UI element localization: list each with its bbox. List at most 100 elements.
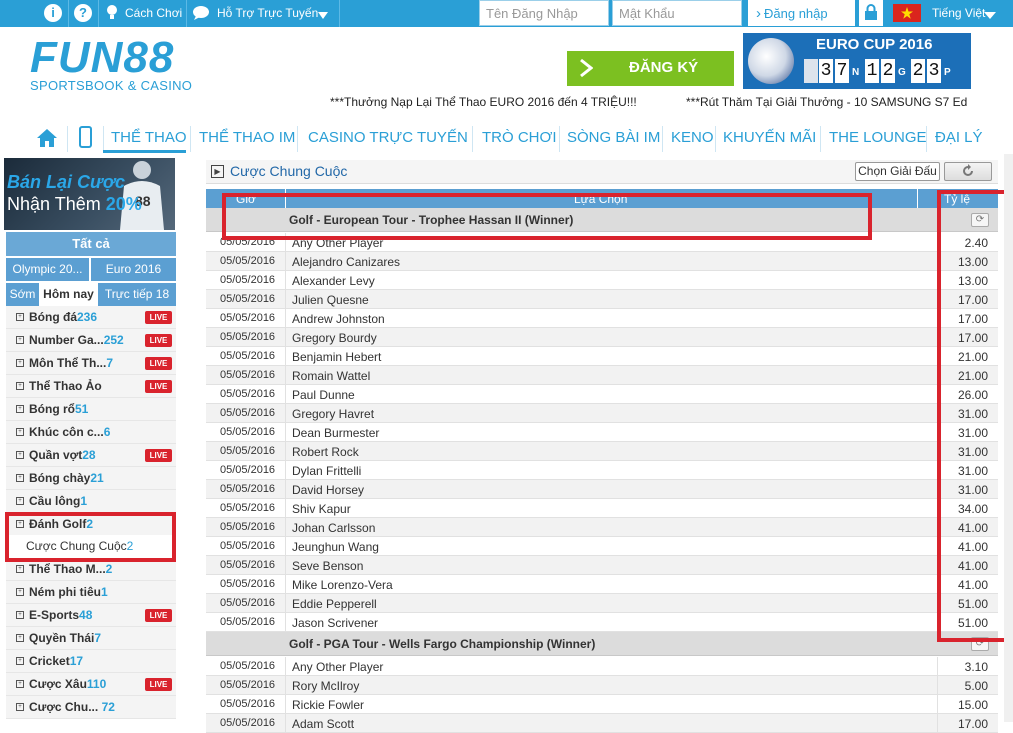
countdown-digit: 7 — [835, 59, 849, 83]
row-date: 05/05/2016 — [220, 445, 276, 457]
row-selection: Johan Carlsson — [292, 521, 376, 535]
divider — [285, 714, 286, 733]
odds-value[interactable]: 5.00 — [965, 679, 988, 693]
sport-item-badminton[interactable]: + Cầu lông1 — [6, 490, 176, 513]
promo-ticker-2[interactable]: ***Rút Thăm Tại Giải Thưởng - 10 SAMSUNG… — [686, 95, 967, 109]
tab-live[interactable]: Trực tiếp 18 — [98, 283, 176, 306]
row-selection: David Horsey — [292, 483, 365, 497]
live-support-link[interactable]: Hỗ Trợ Trực Tuyến — [217, 6, 318, 20]
row-selection: Andrew Johnston — [292, 312, 385, 326]
sport-item-muay-thai[interactable]: + Quyền Thái7 — [6, 627, 176, 650]
refresh-icon — [963, 164, 973, 176]
lock-icon[interactable] — [859, 0, 883, 26]
password-input[interactable]: Mật Khẩu — [612, 0, 742, 26]
sport-item-virtual-sports[interactable]: + Thể Thao Ảo LIVE — [6, 375, 176, 398]
top-bar: i ? Cách Chơi Hỗ Trợ Trực Tuyến Tên Đăng… — [0, 0, 1013, 27]
sport-item-basketball[interactable]: + Bóng rổ51 — [6, 398, 176, 421]
odds-value[interactable]: 17.00 — [958, 717, 988, 731]
language-selector[interactable]: Tiếng Việt — [932, 6, 985, 20]
group-header[interactable]: Golf - PGA Tour - Wells Fargo Championsh… — [206, 632, 998, 656]
sport-item-cricket[interactable]: + Cricket17 — [6, 650, 176, 673]
tab-euro[interactable]: Euro 2016 — [91, 258, 176, 281]
divider — [285, 385, 286, 404]
odds-value[interactable]: 3.10 — [965, 660, 988, 674]
nav-item-casino-im[interactable]: SÒNG BÀI IM — [567, 129, 660, 146]
info-icon[interactable]: i — [44, 4, 62, 22]
expand-icon: + — [16, 336, 24, 344]
sport-label: Bóng rổ51 — [29, 402, 89, 416]
tab-today[interactable]: Hôm nay — [40, 283, 97, 306]
nav-item-lounge[interactable]: THE LOUNGE — [829, 129, 927, 146]
vietnam-flag-icon[interactable] — [893, 4, 921, 22]
table-row: 05/05/2016 Shiv Kapur 34.00 — [206, 499, 998, 518]
row-date: 05/05/2016 — [220, 717, 276, 729]
sport-count: 7 — [106, 356, 114, 370]
nav-item-sports[interactable]: THỂ THAO — [111, 129, 187, 146]
divider — [559, 126, 560, 152]
row-selection: Jason Scrivener — [292, 616, 379, 630]
fun88-logo[interactable]: FUN88 SPORTSBOOK & CASINO — [30, 33, 192, 94]
tab-olympic[interactable]: Olympic 20... — [6, 258, 89, 281]
euro-cup-countdown[interactable]: EURO CUP 2016 3 7 N 1 2 G 2 3 P — [743, 33, 971, 89]
nav-item-keno[interactable]: KENO — [671, 129, 714, 146]
row-date: 05/05/2016 — [220, 369, 276, 381]
divider — [285, 480, 286, 499]
divider — [285, 556, 286, 575]
register-button[interactable]: ĐĂNG KÝ — [567, 51, 734, 86]
sport-item-outrights[interactable]: + Cược Chu... 72 — [6, 696, 176, 719]
sport-item-football[interactable]: + Bóng đá236 LIVE — [6, 306, 176, 329]
sport-count: 236 — [77, 310, 98, 324]
divider — [285, 309, 286, 328]
nav-item-promotions[interactable]: KHUYẾN MÃI — [723, 129, 816, 146]
row-selection: Gregory Bourdy — [292, 331, 377, 345]
divider — [98, 0, 99, 27]
row-date: 05/05/2016 — [220, 407, 276, 419]
sport-label: Bóng chày21 — [29, 471, 104, 485]
all-sports-header[interactable]: Tất cả — [6, 232, 176, 256]
sport-item-number-games[interactable]: + Number Ga...252 LIVE — [6, 329, 176, 352]
login-button[interactable]: › Đăng nhập — [748, 0, 855, 26]
annotation-box-group — [222, 193, 872, 240]
divider — [285, 657, 286, 676]
how-to-play-link[interactable]: Cách Chơi — [125, 6, 182, 20]
row-selection: Gregory Havret — [292, 407, 375, 421]
table-row: 05/05/2016 Any Other Player 3.10 — [206, 657, 998, 676]
expand-icon: + — [16, 703, 24, 711]
sport-item-tennis[interactable]: + Quần vợt28 LIVE — [6, 444, 176, 467]
odds-value[interactable]: 15.00 — [958, 698, 988, 712]
table-row: 05/05/2016 Rory McIlroy 5.00 — [206, 676, 998, 695]
sport-item-ice-hockey[interactable]: + Khúc côn c...6 — [6, 421, 176, 444]
banner-line-2-text: Nhận Thêm — [7, 194, 101, 214]
refresh-button[interactable] — [944, 162, 992, 181]
live-badge: LIVE — [145, 678, 172, 691]
nav-item-games[interactable]: TRÒ CHƠI — [482, 129, 557, 146]
expand-icon: + — [16, 474, 24, 482]
promo-ticker-1[interactable]: ***Thưởng Nạp Lại Thể Thao EURO 2016 đến… — [330, 95, 637, 109]
username-input[interactable]: Tên Đăng Nhập — [479, 0, 609, 26]
live-badge: LIVE — [145, 357, 172, 370]
nav-item-sports-im[interactable]: THỂ THAO IM — [199, 129, 295, 146]
choose-league-button[interactable]: Chọn Giải Đấu — [855, 162, 940, 181]
sport-count: 17 — [69, 654, 84, 668]
collapse-arrow-icon[interactable]: ▶ — [211, 165, 224, 178]
sport-item-baseball[interactable]: + Bóng chày21 — [6, 467, 176, 490]
promo-banner[interactable]: 88 Bán Lại Cược Nhận Thêm 20% — [4, 158, 175, 230]
sport-label: Môn Thể Th...7 — [29, 356, 114, 370]
sport-item-darts[interactable]: + Ném phi tiêu1 — [6, 581, 176, 604]
tab-early[interactable]: Sớm — [6, 283, 39, 306]
row-date: 05/05/2016 — [220, 312, 276, 324]
sport-item-other-sports[interactable]: + Môn Thể Th...7 LIVE — [6, 352, 176, 375]
sport-item-parlay[interactable]: + Cược Xâu110 LIVE — [6, 673, 176, 696]
sport-item-esports[interactable]: + E-Sports48 LIVE — [6, 604, 176, 627]
nav-item-affiliate[interactable]: ĐẠI LÝ — [935, 129, 983, 146]
row-date: 05/05/2016 — [220, 578, 276, 590]
nav-item-live-casino[interactable]: CASINO TRỰC TUYẾN — [308, 129, 468, 146]
banner-line-1: Bán Lại Cược — [7, 172, 125, 192]
row-selection: Benjamin Hebert — [292, 350, 382, 364]
help-icon[interactable]: ? — [74, 4, 92, 22]
divider — [662, 126, 663, 152]
row-date: 05/05/2016 — [220, 388, 276, 400]
row-date: 05/05/2016 — [220, 350, 276, 362]
logo-main-text: FUN88 — [30, 33, 175, 82]
scrollbar[interactable] — [1004, 154, 1013, 722]
